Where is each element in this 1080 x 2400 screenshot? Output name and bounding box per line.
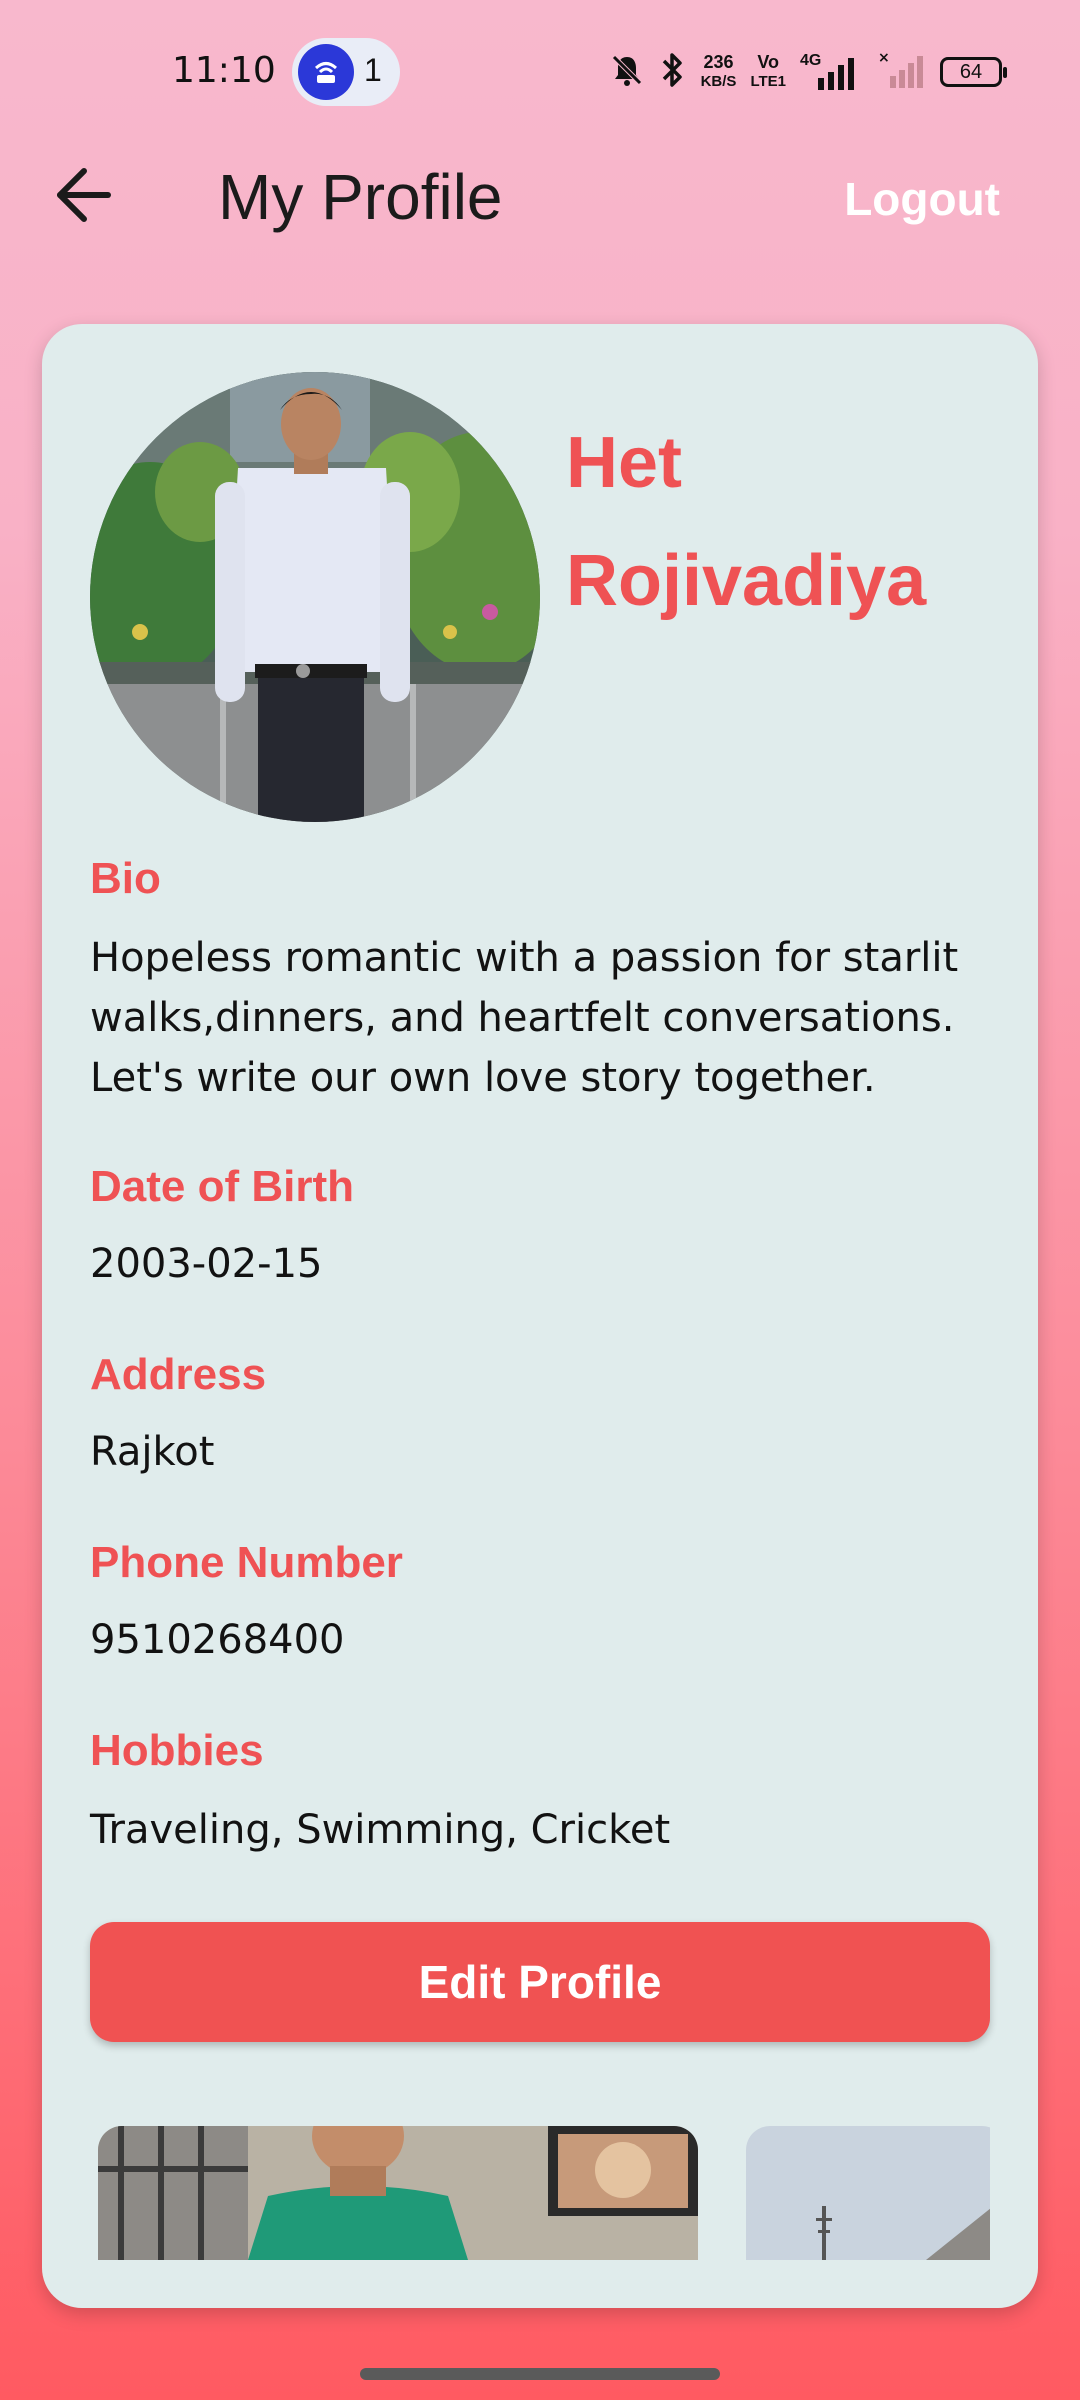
home-indicator[interactable] (360, 2368, 720, 2380)
network-speed-value: 236 (703, 52, 734, 72)
dob-value: 2003-02-15 (90, 1241, 323, 1287)
hotspot-icon (298, 44, 354, 100)
hotspot-count: 1 (364, 52, 382, 88)
hotspot-indicator[interactable]: 1 (292, 38, 400, 106)
phone-value: 9510268400 (90, 1617, 345, 1663)
signal-icon: 4G (800, 52, 864, 92)
address-value: Rajkot (90, 1429, 215, 1475)
photo-gallery[interactable] (90, 2126, 990, 2260)
status-time: 11:10 (172, 50, 276, 91)
bio-label: Bio (90, 854, 161, 903)
volte-top: Vo (757, 52, 780, 72)
status-bar: 11:10 1 236 KB/S Vo LTE1 4G × 64 (0, 0, 1080, 140)
arrow-back-icon (57, 168, 111, 222)
profile-name: Het Rojivadiya (566, 423, 927, 621)
edit-profile-button[interactable]: Edit Profile (90, 1922, 990, 2042)
gallery-photo[interactable] (98, 2126, 698, 2260)
address-label: Address (90, 1350, 267, 1399)
gallery-photo[interactable] (746, 2126, 990, 2260)
back-button[interactable] (50, 160, 120, 230)
page-title: My Profile (218, 161, 503, 233)
status-icons: 236 KB/S Vo LTE1 4G × 64 (609, 50, 1007, 95)
dob-label: Date of Birth (90, 1162, 354, 1211)
avatar[interactable] (90, 372, 540, 822)
volte-indicator: Vo LTE1 (750, 53, 786, 91)
bio-text: Hopeless romantic with a passion for sta… (90, 935, 959, 1101)
hobbies-value: Traveling, Swimming, Cricket (90, 1807, 671, 1853)
hobbies-label: Hobbies (90, 1726, 264, 1775)
silent-bell-icon (609, 52, 645, 93)
profile-card: Het Rojivadiya Bio Hopeless romantic wit… (42, 324, 1038, 2308)
volte-bottom: LTE1 (750, 73, 786, 90)
phone-label: Phone Number (90, 1538, 403, 1587)
svg-text:×: × (878, 50, 890, 66)
logout-button[interactable]: Logout (844, 172, 1000, 226)
network-speed: 236 KB/S (701, 53, 737, 91)
network-speed-unit: KB/S (700, 73, 737, 90)
signal-icon-sim2: × (878, 50, 926, 95)
bluetooth-icon (659, 51, 687, 94)
battery-icon: 64 (940, 57, 1007, 87)
